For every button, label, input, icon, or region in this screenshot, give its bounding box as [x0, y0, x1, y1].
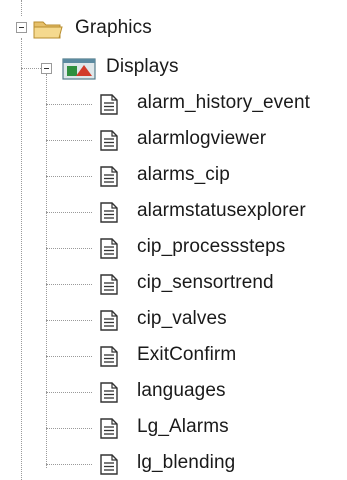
- display-file-icon: [100, 310, 118, 336]
- tree-item-label: alarms_cip: [137, 164, 230, 185]
- display-file-icon: [100, 454, 118, 480]
- tree-branch-line: [46, 356, 92, 357]
- display-file-icon: [100, 94, 118, 120]
- display-file-icon: [100, 346, 118, 372]
- display-file-icon: [100, 202, 118, 228]
- tree-node-label: Graphics: [75, 17, 152, 38]
- display-file-icon: [100, 274, 118, 300]
- display-file-icon: [100, 418, 118, 444]
- tree-branch-line: [46, 140, 92, 141]
- tree-branch-line: [46, 212, 92, 213]
- tree-branch-line: [46, 320, 92, 321]
- tree-branch-line: [46, 104, 92, 105]
- displays-folder-icon: [62, 58, 96, 85]
- display-file-icon: [100, 238, 118, 264]
- tree-branch-line: [46, 176, 92, 177]
- tree-branch-line: [46, 248, 92, 249]
- tree-item-label: languages: [137, 380, 226, 401]
- tree-line-displays-children: [46, 74, 47, 468]
- tree-item-label: alarm_history_event: [137, 92, 310, 113]
- tree-item-label: Lg_Alarms: [137, 416, 229, 437]
- tree-branch-line: [46, 464, 92, 465]
- folder-icon: [32, 18, 64, 45]
- display-file-icon: [100, 166, 118, 192]
- tree-node-label: Displays: [106, 56, 179, 77]
- display-file-icon: [100, 130, 118, 156]
- project-tree: Graphics Displays alarm_history_event al…: [0, 0, 347, 480]
- tree-item-label: alarmstatusexplorer: [137, 200, 306, 221]
- tree-item-label: cip_valves: [137, 308, 227, 329]
- tree-line-graphics-children: [21, 38, 22, 480]
- tree-branch-line: [46, 428, 92, 429]
- tree-item-label: alarmlogviewer: [137, 128, 267, 149]
- tree-item-label: cip_sensortrend: [137, 272, 274, 293]
- display-file-icon: [100, 382, 118, 408]
- collapse-toggle-graphics[interactable]: [16, 22, 27, 33]
- tree-item-label: lg_blending: [137, 452, 236, 473]
- tree-branch-line: [46, 392, 92, 393]
- tree-line-displays: [21, 68, 41, 69]
- tree-item-label: ExitConfirm: [137, 344, 237, 365]
- tree-item-label: cip_processsteps: [137, 236, 286, 257]
- collapse-toggle-displays[interactable]: [41, 63, 52, 74]
- tree-line-root: [21, 0, 22, 16]
- tree-branch-line: [46, 284, 92, 285]
